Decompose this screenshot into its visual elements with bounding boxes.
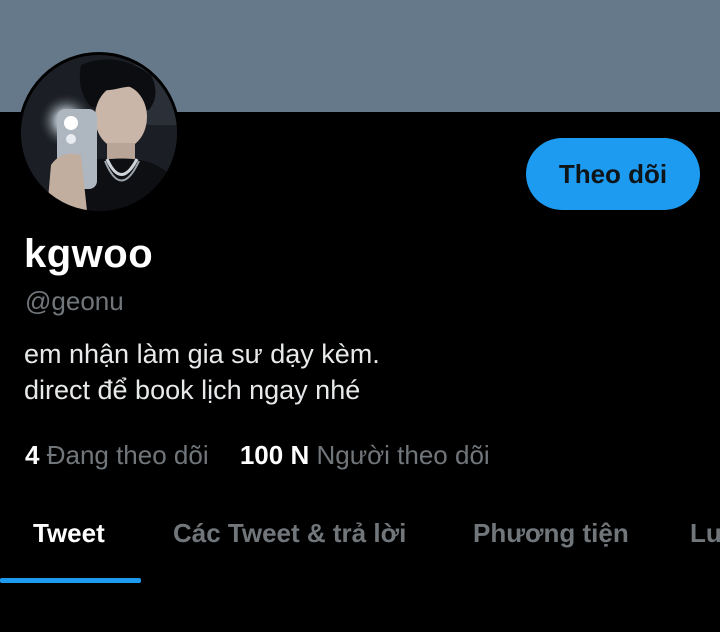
followers-label: Người theo dõi bbox=[316, 440, 490, 470]
followers-link[interactable]: 100 N Người theo dõi bbox=[240, 440, 490, 471]
followers-count: 100 N bbox=[239, 440, 310, 470]
active-tab-indicator bbox=[0, 578, 141, 583]
tab-likes[interactable]: Lư bbox=[690, 518, 720, 549]
profile-avatar[interactable] bbox=[18, 52, 180, 214]
follow-button[interactable]: Theo dõi bbox=[526, 138, 700, 210]
tab-media[interactable]: Phương tiện bbox=[473, 518, 629, 549]
following-count: 4 bbox=[25, 440, 40, 470]
profile-bio: em nhận làm gia sư dạy kèm. direct để bo… bbox=[24, 336, 380, 408]
bio-line: em nhận làm gia sư dạy kèm. bbox=[24, 339, 380, 369]
profile-tabs: Tweet Các Tweet & trả lời Phương tiện Lư bbox=[0, 500, 720, 584]
display-name: kgwoo bbox=[24, 232, 154, 276]
following-label: Đang theo dõi bbox=[46, 440, 209, 470]
following-link[interactable]: 4 Đang theo dõi bbox=[25, 440, 209, 471]
tab-tweets-and-replies[interactable]: Các Tweet & trả lời bbox=[173, 518, 406, 549]
tab-tweets[interactable]: Tweet bbox=[33, 518, 105, 549]
user-handle: @geonu bbox=[25, 286, 124, 316]
profile-stats: 4 Đang theo dõi 100 N Người theo dõi bbox=[25, 440, 490, 471]
avatar-photo bbox=[21, 55, 177, 211]
bio-line: direct để book lịch ngay nhé bbox=[24, 375, 361, 405]
